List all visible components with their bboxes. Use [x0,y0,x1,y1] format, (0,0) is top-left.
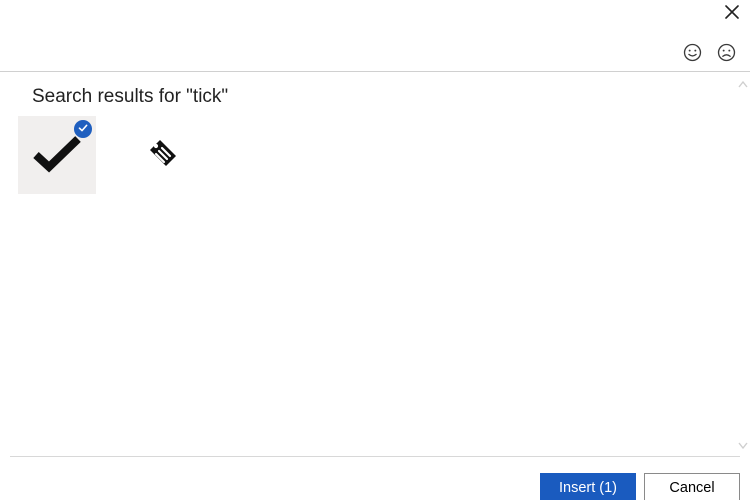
price-tag-icon [146,136,180,175]
close-icon [725,5,739,24]
close-button[interactable] [722,4,742,24]
dialog-topbar [0,0,750,72]
smile-face-icon [683,43,702,67]
scroll-up-hint [738,78,748,92]
dialog-content: Search results for "tick" [0,72,750,456]
cancel-button[interactable]: Cancel [644,473,740,500]
result-tile-price-tag[interactable] [124,116,202,194]
footer-separator [10,456,740,457]
checkmark-icon [32,133,82,178]
feedback-happy-button[interactable] [682,45,702,65]
scroll-down-hint [738,438,748,452]
results-heading: Search results for "tick" [32,86,732,108]
frown-face-icon [717,43,736,67]
feedback-row [682,45,736,65]
dialog-footer: Insert (1) Cancel [0,456,750,500]
icon-picker-dialog: Search results for "tick" [0,0,750,500]
results-grid [18,116,732,194]
feedback-sad-button[interactable] [716,45,736,65]
result-tile-checkmark[interactable] [18,116,96,194]
check-icon [78,120,88,138]
insert-button[interactable]: Insert (1) [540,473,636,500]
selected-badge [74,120,92,138]
